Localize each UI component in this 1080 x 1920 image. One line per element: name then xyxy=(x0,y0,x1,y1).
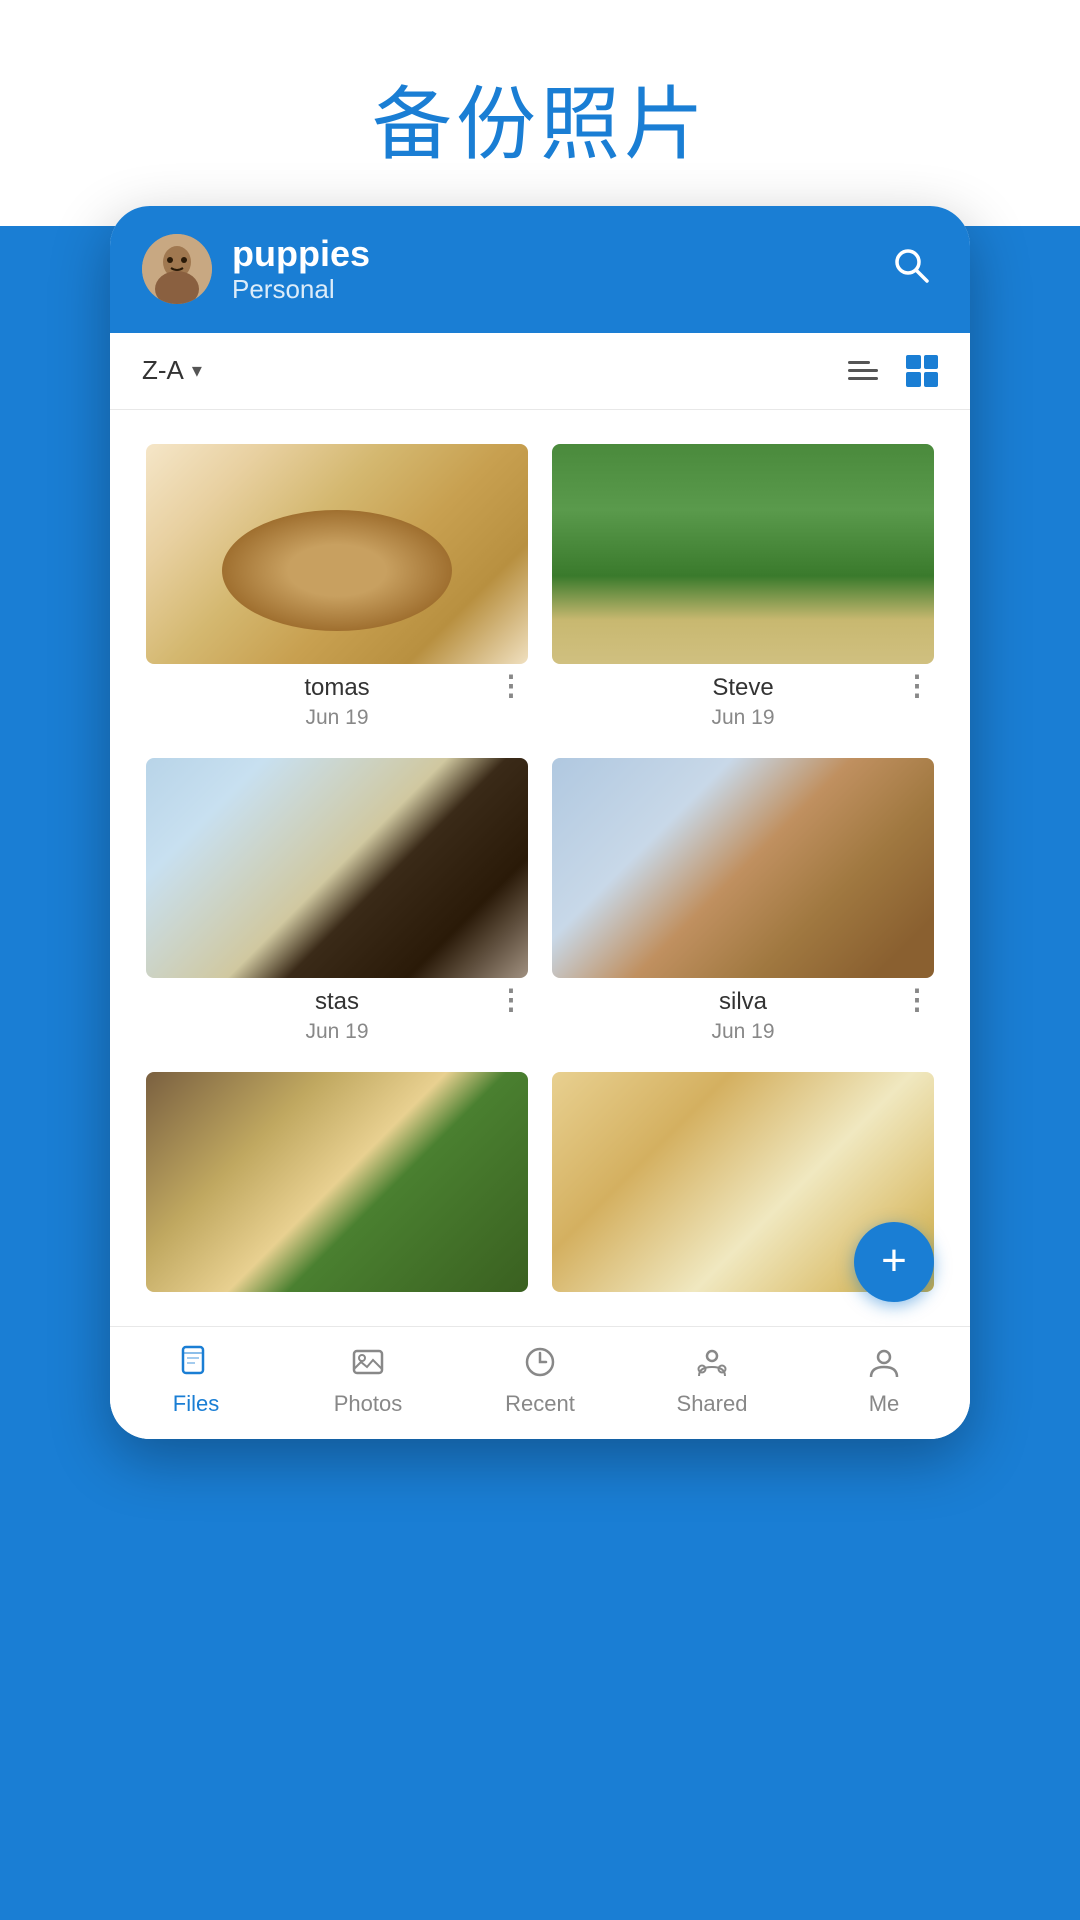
file-thumbnail xyxy=(146,444,528,664)
album-type: Personal xyxy=(232,274,864,305)
page-title: 备份照片 xyxy=(0,0,1080,226)
files-icon xyxy=(179,1345,213,1385)
nav-item-files[interactable]: Files xyxy=(136,1345,256,1417)
header-text: puppies Personal xyxy=(232,234,864,305)
nav-item-me[interactable]: Me xyxy=(824,1345,944,1417)
sort-button[interactable]: Z-A ▾ xyxy=(142,355,202,386)
shared-icon xyxy=(695,1345,729,1385)
file-thumbnail xyxy=(552,758,934,978)
file-name: Steve xyxy=(712,674,773,702)
sort-label: Z-A xyxy=(142,355,184,386)
file-date: Jun 19 xyxy=(305,706,368,730)
bottom-navigation: Files Photos xyxy=(110,1326,970,1439)
list-item[interactable]: tomas Jun 19 ⋮ xyxy=(134,430,540,744)
recent-label: Recent xyxy=(505,1391,575,1417)
list-item[interactable]: silva Jun 19 ⋮ xyxy=(540,744,946,1058)
file-name: tomas xyxy=(304,674,369,702)
files-label: Files xyxy=(173,1391,219,1417)
file-thumbnail xyxy=(552,444,934,664)
more-options-icon[interactable]: ⋮ xyxy=(903,986,932,1014)
plus-icon: + xyxy=(881,1239,907,1283)
photos-icon xyxy=(351,1345,385,1385)
recent-icon xyxy=(523,1345,557,1385)
list-item[interactable]: stas Jun 19 ⋮ xyxy=(134,744,540,1058)
album-name: puppies xyxy=(232,234,864,274)
app-header: puppies Personal xyxy=(110,206,970,333)
more-options-icon[interactable]: ⋮ xyxy=(903,672,932,700)
files-grid: tomas Jun 19 ⋮ Steve Jun 19 ⋮ stas Jun 1… xyxy=(110,410,970,1326)
shared-label: Shared xyxy=(677,1391,748,1417)
file-name: stas xyxy=(315,988,359,1016)
file-name: silva xyxy=(719,988,767,1016)
grid-view-icon[interactable] xyxy=(906,355,938,387)
file-date: Jun 19 xyxy=(305,1020,368,1044)
me-icon xyxy=(867,1345,901,1385)
file-date: Jun 19 xyxy=(711,706,774,730)
toolbar-right xyxy=(848,355,938,387)
photos-label: Photos xyxy=(334,1391,403,1417)
file-date: Jun 19 xyxy=(711,1020,774,1044)
list-item[interactable]: Steve Jun 19 ⋮ xyxy=(540,430,946,744)
add-button[interactable]: + xyxy=(854,1222,934,1302)
nav-item-shared[interactable]: Shared xyxy=(652,1345,772,1417)
avatar xyxy=(142,234,212,304)
file-thumbnail xyxy=(146,758,528,978)
phone-card: puppies Personal Z-A ▾ xyxy=(110,206,970,1439)
nav-item-recent[interactable]: Recent xyxy=(480,1345,600,1417)
more-options-icon[interactable]: ⋮ xyxy=(497,986,526,1014)
more-options-icon[interactable]: ⋮ xyxy=(497,672,526,700)
list-item[interactable] xyxy=(134,1058,540,1306)
file-thumbnail xyxy=(146,1072,528,1292)
chevron-down-icon: ▾ xyxy=(192,358,202,383)
nav-item-photos[interactable]: Photos xyxy=(308,1345,428,1417)
blue-background: puppies Personal Z-A ▾ xyxy=(0,226,1080,1920)
me-label: Me xyxy=(869,1391,900,1417)
search-icon[interactable] xyxy=(884,238,938,301)
list-view-icon[interactable] xyxy=(848,361,878,380)
toolbar: Z-A ▾ xyxy=(110,333,970,410)
